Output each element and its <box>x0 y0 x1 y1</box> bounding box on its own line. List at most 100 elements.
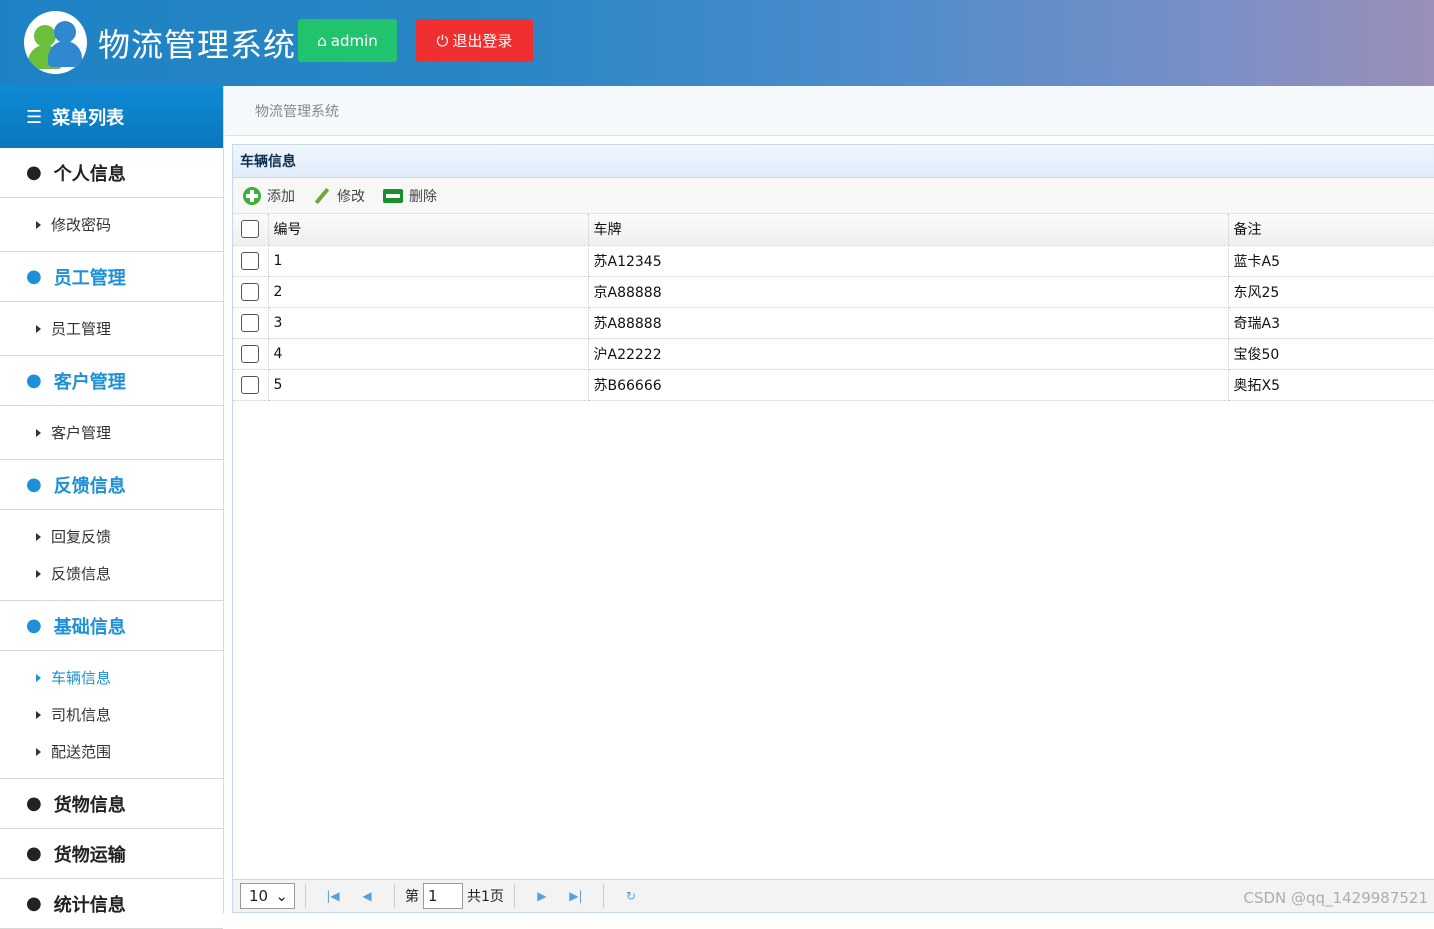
row-checkbox[interactable] <box>241 345 259 363</box>
edit-label: 修改 <box>337 186 365 206</box>
pager-separator <box>603 884 604 908</box>
sidebar-sub-profile: 修改密码 <box>0 198 223 252</box>
cell-plate: 苏A88888 <box>588 307 1228 338</box>
cell-plate: 京A88888 <box>588 276 1228 307</box>
caret-right-icon <box>36 325 41 333</box>
cell-plate: 沪A22222 <box>588 338 1228 369</box>
breadcrumb: 物流管理系统 <box>225 86 1434 136</box>
caret-right-icon <box>36 533 41 541</box>
pencil-icon <box>313 187 331 205</box>
cell-plate: 苏B66666 <box>588 369 1228 400</box>
row-checkbox[interactable] <box>241 252 259 270</box>
sidebar-group-customer[interactable]: ● 客户管理 <box>0 356 223 406</box>
user-icon: ● <box>26 615 42 636</box>
page-prefix: 第 <box>405 886 419 906</box>
cell-remark: 奥拓X5 <box>1228 369 1434 400</box>
page-size-value: 10 <box>249 887 268 905</box>
first-page-icon[interactable]: |◀ <box>322 885 344 907</box>
next-page-icon[interactable]: ▶ <box>531 885 553 907</box>
home-icon: ⌂ <box>317 32 327 50</box>
row-checkbox[interactable] <box>241 376 259 394</box>
users-logo-icon <box>24 11 87 74</box>
user-icon: ● <box>26 162 42 183</box>
sidebar-item-customer[interactable]: 客户管理 <box>0 414 223 451</box>
breadcrumb-root[interactable]: 物流管理系统 <box>255 101 339 121</box>
select-all-cell <box>233 214 268 245</box>
sidebar: ☰ 菜单列表 ● 个人信息 修改密码 ● 员工管理 员工管理 ● 客户管理 客户… <box>0 86 224 913</box>
cell-id: 2 <box>268 276 588 307</box>
sidebar-group-feedback[interactable]: ● 反馈信息 <box>0 460 223 510</box>
sidebar-item-change-password[interactable]: 修改密码 <box>0 206 223 243</box>
sidebar-item-feedback-info[interactable]: 反馈信息 <box>0 555 223 592</box>
sidebar-group-label: 员工管理 <box>54 264 126 290</box>
delete-button[interactable]: 删除 <box>383 186 437 206</box>
page-number-input[interactable]: 1 <box>423 883 463 909</box>
select-all-checkbox[interactable] <box>241 220 259 238</box>
menu-title: 菜单列表 <box>52 104 124 130</box>
table-row[interactable]: 4 沪A22222 宝俊50 <box>233 338 1434 369</box>
add-icon <box>243 187 261 205</box>
last-page-icon[interactable]: ▶| <box>565 885 587 907</box>
refresh-icon[interactable]: ↻ <box>620 885 642 907</box>
sidebar-item-vehicle-info[interactable]: 车辆信息 <box>0 659 223 696</box>
cell-remark: 奇瑞A3 <box>1228 307 1434 338</box>
sidebar-group-profile[interactable]: ● 个人信息 <box>0 148 223 198</box>
caret-right-icon <box>36 674 41 682</box>
list-icon: ☰ <box>26 107 42 128</box>
sidebar-group-label: 基础信息 <box>54 613 126 639</box>
admin-button[interactable]: ⌂ admin <box>298 19 397 62</box>
caret-right-icon <box>36 570 41 578</box>
row-check-cell <box>233 245 268 276</box>
sidebar-sub-feedback: 回复反馈 反馈信息 <box>0 510 223 601</box>
vehicle-table: 编号 车牌 备注 1 苏A12345 蓝卡A5 2 京A88888 东风25 3 <box>233 214 1434 401</box>
logout-button[interactable]: ⏻ 退出登录 <box>416 19 533 62</box>
table-row[interactable]: 1 苏A12345 蓝卡A5 <box>233 245 1434 276</box>
row-check-cell <box>233 307 268 338</box>
caret-right-icon <box>36 221 41 229</box>
add-label: 添加 <box>267 186 295 206</box>
sidebar-item-delivery-range[interactable]: 配送范围 <box>0 733 223 770</box>
sidebar-item-label: 车辆信息 <box>51 667 111 688</box>
user-icon: ● <box>26 370 42 391</box>
caret-right-icon <box>36 748 41 756</box>
sidebar-item-label: 反馈信息 <box>51 563 111 584</box>
vehicle-panel: 车辆信息 添加 修改 删除 编号 车牌 备注 <box>232 144 1434 913</box>
table-row[interactable]: 5 苏B66666 奥拓X5 <box>233 369 1434 400</box>
row-check-cell <box>233 338 268 369</box>
add-button[interactable]: 添加 <box>243 186 295 206</box>
table-header-row: 编号 车牌 备注 <box>233 214 1434 245</box>
sidebar-group-staff[interactable]: ● 员工管理 <box>0 252 223 302</box>
table-row[interactable]: 3 苏A88888 奇瑞A3 <box>233 307 1434 338</box>
column-header-remark[interactable]: 备注 <box>1228 214 1434 245</box>
delete-label: 删除 <box>409 186 437 206</box>
pager-separator <box>394 884 395 908</box>
sidebar-item-label: 客户管理 <box>51 422 111 443</box>
row-check-cell <box>233 276 268 307</box>
sidebar-group-goods-info[interactable]: ● 货物信息 <box>0 779 223 829</box>
sidebar-item-reply-feedback[interactable]: 回复反馈 <box>0 518 223 555</box>
sidebar-item-driver-info[interactable]: 司机信息 <box>0 696 223 733</box>
user-icon: ● <box>26 893 42 914</box>
table-row[interactable]: 2 京A88888 东风25 <box>233 276 1434 307</box>
sidebar-group-label: 货物信息 <box>54 791 126 817</box>
column-header-plate[interactable]: 车牌 <box>588 214 1228 245</box>
prev-page-icon[interactable]: ◀ <box>356 885 378 907</box>
sidebar-group-statistics[interactable]: ● 统计信息 <box>0 879 223 929</box>
edit-button[interactable]: 修改 <box>313 186 365 206</box>
sidebar-group-goods-transport[interactable]: ● 货物运输 <box>0 829 223 879</box>
page-size-select[interactable]: 10 ⌄ <box>240 883 295 909</box>
sidebar-item-label: 配送范围 <box>51 741 111 762</box>
admin-label: admin <box>331 32 378 50</box>
row-checkbox[interactable] <box>241 283 259 301</box>
sidebar-group-label: 货物运输 <box>54 841 126 867</box>
caret-right-icon <box>36 429 41 437</box>
app-title: 物流管理系统 <box>98 20 296 66</box>
column-header-id[interactable]: 编号 <box>268 214 588 245</box>
sidebar-item-label: 员工管理 <box>51 318 111 339</box>
cell-remark: 东风25 <box>1228 276 1434 307</box>
pager-separator <box>305 884 306 908</box>
sidebar-item-staff[interactable]: 员工管理 <box>0 310 223 347</box>
cell-id: 5 <box>268 369 588 400</box>
sidebar-group-basic-info[interactable]: ● 基础信息 <box>0 601 223 651</box>
row-checkbox[interactable] <box>241 314 259 332</box>
